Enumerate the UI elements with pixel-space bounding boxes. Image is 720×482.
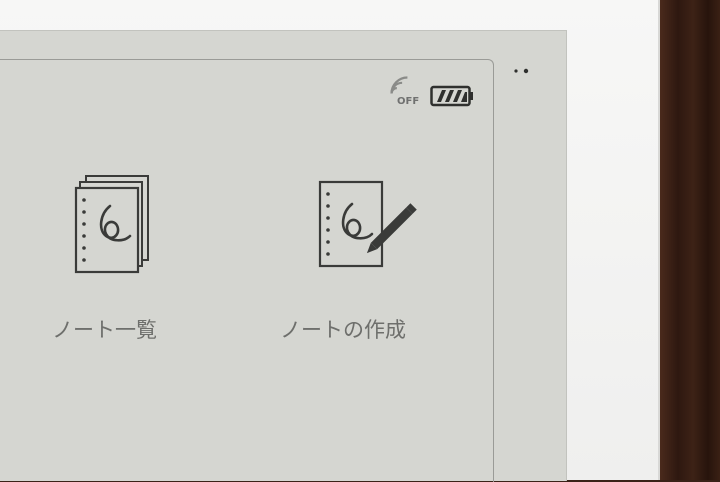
wood-surface	[660, 0, 720, 480]
notebook-pen-icon[interactable]	[314, 170, 434, 280]
more-dots-icon[interactable]	[512, 67, 532, 75]
tile-label-create-note[interactable]: ノートの作成	[280, 314, 406, 344]
notebook-stack-icon[interactable]	[70, 170, 160, 280]
tile-label-note-list[interactable]: ノート一覧	[52, 314, 157, 344]
wifi-status-text: OFF	[397, 96, 420, 107]
battery-icon	[430, 85, 473, 107]
